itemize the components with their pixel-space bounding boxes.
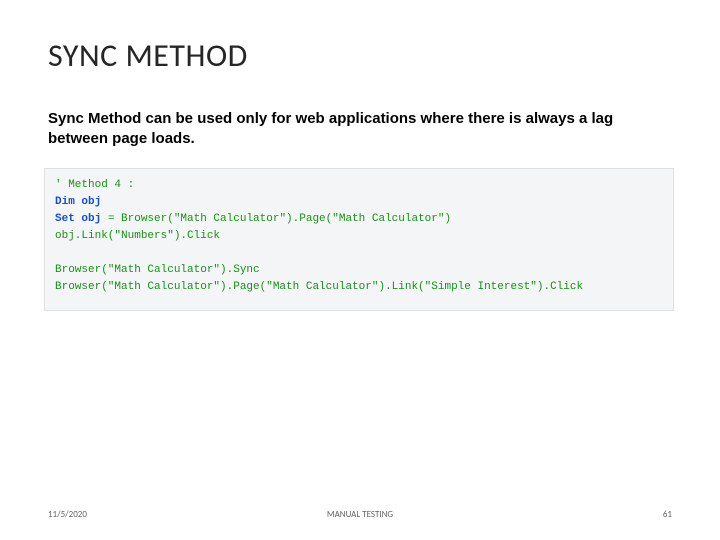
footer-page: 61: [663, 509, 672, 520]
footer-label: MANUAL TESTING: [327, 509, 393, 520]
code-line-set: Set obj: [55, 213, 101, 225]
code-line-dim: Dim obj: [55, 196, 101, 208]
slide-container: SYNC METHOD Sync Method can be used only…: [0, 0, 720, 540]
code-line-sync: Browser("Math Calculator").Sync: [55, 264, 260, 276]
slide-description: Sync Method can be used only for web app…: [48, 109, 672, 148]
code-line-click: obj.Link("Numbers").Click: [55, 230, 220, 242]
code-line-link: Browser("Math Calculator").Page("Math Ca…: [55, 281, 583, 293]
footer: 11/5/2020 MANUAL TESTING 61: [0, 509, 720, 520]
code-line-comment: ' Method 4 :: [55, 179, 134, 191]
code-block: ' Method 4 : Dim obj Set obj = Browser("…: [44, 168, 674, 311]
slide-title: SYNC METHOD: [48, 36, 672, 75]
code-line-set-rest: = Browser("Math Calculator").Page("Math …: [101, 213, 451, 225]
footer-date: 11/5/2020: [48, 509, 87, 520]
